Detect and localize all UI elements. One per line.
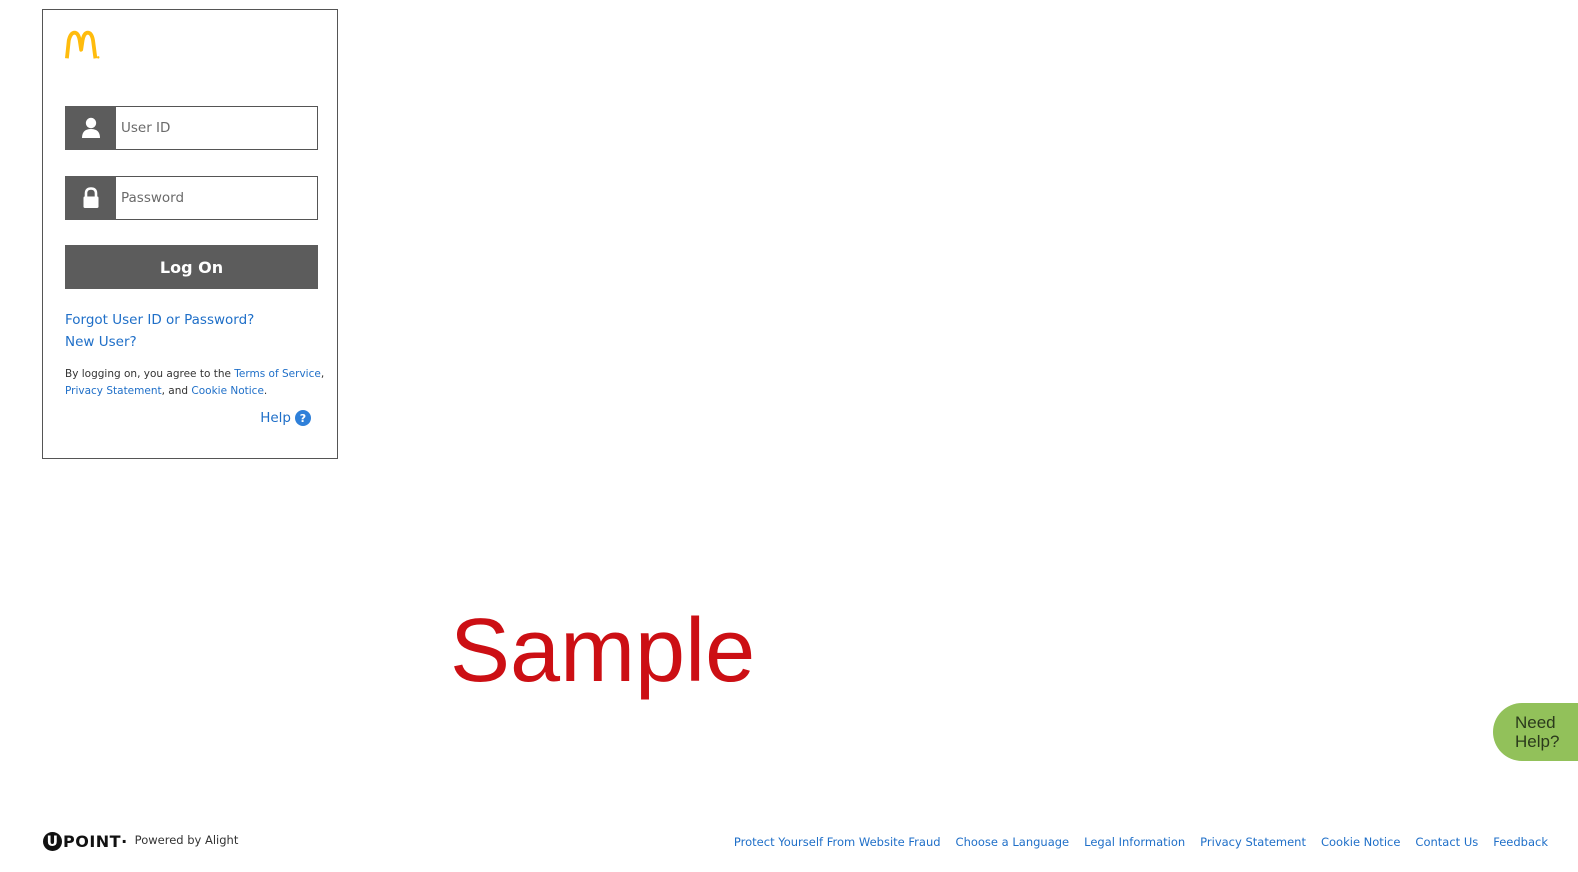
need-help-line1[interactable]: Need	[1515, 713, 1578, 732]
password-input[interactable]	[116, 176, 318, 220]
help-link[interactable]: Help ?	[260, 410, 311, 426]
need-help-button[interactable]: Need Help?	[1493, 703, 1578, 761]
sample-watermark: Sample	[450, 601, 756, 701]
feedback-link[interactable]: Feedback	[1493, 835, 1548, 849]
agree-prefix: By logging on, you agree to the	[65, 368, 235, 380]
contact-us-link[interactable]: Contact Us	[1415, 835, 1478, 849]
need-help-line2[interactable]: Help?	[1515, 732, 1578, 751]
userid-field	[65, 106, 318, 150]
help-label[interactable]: Help	[260, 410, 291, 426]
footer-brand: U POINT · Powered by Alight	[43, 832, 238, 851]
agree-comma: ,	[320, 368, 325, 380]
lock-icon-box	[65, 176, 116, 220]
footer-privacy-statement-link[interactable]: Privacy Statement	[1200, 835, 1306, 849]
privacy-statement-link[interactable]: Privacy Statement	[65, 385, 162, 397]
terms-agreement: By logging on, you agree to the Terms of…	[65, 366, 327, 400]
cookie-notice-link[interactable]: Cookie Notice	[191, 385, 264, 397]
lock-icon	[83, 187, 98, 208]
upoint-logo-u: U	[43, 832, 62, 851]
password-field	[65, 176, 318, 220]
user-icon	[81, 117, 100, 138]
powered-by-text: Powered by Alight	[134, 832, 239, 847]
help-icon[interactable]: ?	[295, 410, 311, 426]
upoint-logo-text: POINT	[63, 832, 122, 851]
upoint-logo: U POINT ·	[43, 832, 128, 851]
agree-and: , and	[161, 385, 192, 397]
login-card: Log On Forgot User ID or Password? New U…	[42, 9, 338, 459]
fraud-protection-link[interactable]: Protect Yourself From Website Fraud	[734, 835, 941, 849]
choose-language-link[interactable]: Choose a Language	[956, 835, 1070, 849]
forgot-credentials-link[interactable]: Forgot User ID or Password?	[65, 312, 254, 328]
mcdonalds-logo	[65, 30, 100, 59]
legal-information-link[interactable]: Legal Information	[1084, 835, 1185, 849]
new-user-link[interactable]: New User?	[65, 334, 137, 350]
user-icon-box	[65, 106, 116, 150]
footer-links: Protect Yourself From Website Fraud Choo…	[734, 835, 1548, 849]
upoint-logo-mark: ·	[121, 832, 128, 851]
agree-period: .	[263, 385, 268, 397]
footer-cookie-notice-link[interactable]: Cookie Notice	[1321, 835, 1400, 849]
terms-of-service-link[interactable]: Terms of Service	[234, 368, 321, 380]
userid-input[interactable]	[116, 106, 318, 150]
logon-button[interactable]: Log On	[65, 245, 318, 289]
